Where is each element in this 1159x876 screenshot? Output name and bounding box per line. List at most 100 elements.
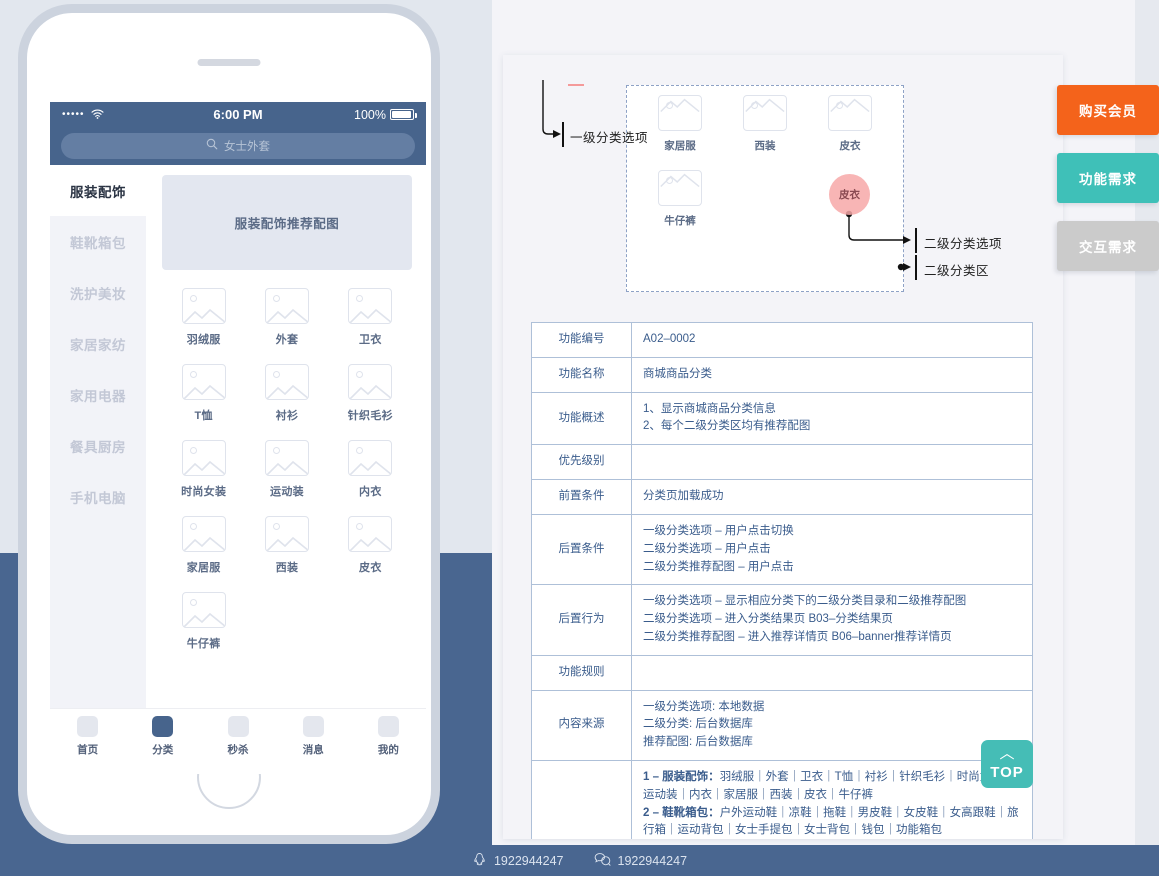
spec-row-line: 一级分类选项 – 显示相应分类下的二级分类目录和二级推荐配图 [643, 595, 967, 608]
annotation-diagram: 一级分类选项 二级分类选项 二级分类区 家居服 西装 皮衣 牛仔裤 皮衣 [503, 55, 1063, 313]
product-label: 羽绒服 [186, 334, 221, 346]
image-placeholder-icon [181, 440, 226, 476]
sidebar-item-5[interactable]: 餐具厨房 [50, 420, 146, 471]
spec-row-value: A02–0002 [631, 322, 1033, 358]
diagram-cell[interactable]: 西装 [733, 95, 797, 153]
product-label: 运动装 [270, 486, 304, 498]
spec-row-line: 二级分类选项 – 进入分类结果页 B03–分类结果页 [643, 613, 893, 626]
image-placeholder-icon [181, 592, 226, 628]
recommend-banner[interactable]: 服装配饰推荐配图 [162, 175, 412, 270]
product-cell[interactable]: 衬衫 [245, 364, 328, 423]
spec-row-line: 2、每个二级分类区均有推荐配图 [643, 420, 811, 433]
diagram-cell[interactable]: 牛仔裤 [648, 170, 712, 228]
tab-icon [302, 715, 324, 737]
product-cell[interactable]: 运动装 [245, 440, 328, 499]
spec-row: 后置行为 一级分类选项 – 显示相应分类下的二级分类目录和二级推荐配图 二级分类选项… [531, 584, 1033, 656]
sidebar-item-4[interactable]: 家用电器 [50, 369, 146, 420]
spec-row-line: 二级分类: 后台数据库 [643, 718, 753, 731]
product-cell[interactable]: 皮衣 [329, 516, 412, 575]
spec-row: 前置条件 分类页加载成功 [531, 479, 1033, 515]
chat-bubble-icon [594, 852, 611, 870]
spec-row-line: 1 – 服装配饰：羽绒服｜外套｜卫衣｜T恤｜衬衫｜针织毛衫｜时尚女装｜运动装｜内… [643, 771, 1015, 801]
spec-row-key: 功能名称 [531, 356, 632, 393]
side-button-2[interactable]: 交互需求 [1057, 221, 1159, 271]
spec-row-key: 功能编号 [531, 322, 632, 358]
qq-contact[interactable]: 1922944247 [472, 852, 564, 870]
product-cell[interactable]: 时尚女装 [162, 440, 245, 499]
sidebar-item-1[interactable]: 鞋靴箱包 [50, 216, 146, 267]
sidebar-item-0[interactable]: 服装配饰 [50, 165, 146, 216]
chat-contact[interactable]: 1922944247 [594, 852, 687, 870]
product-label: 西装 [275, 562, 299, 574]
footer-contacts: 1922944247 1922944247 [0, 845, 1159, 876]
tab-label: 首页 [77, 743, 99, 756]
tab-item-2[interactable]: 秒杀 [200, 715, 275, 757]
anno-tick-level2-area [915, 255, 917, 280]
category-page-body: 服装配饰 鞋靴箱包 洗护美妆 家居家纺家用电器餐具厨房 手机电脑 服装配饰推荐配图 羽绒… [50, 165, 426, 708]
image-placeholder-icon [181, 516, 226, 552]
sidebar-item-6[interactable]: 手机电脑 [50, 471, 146, 522]
image-placeholder-icon [658, 170, 702, 206]
product-label: 衬衫 [275, 410, 299, 422]
diagram-cell-label: 皮衣 [839, 140, 861, 152]
product-cell[interactable]: 针织毛衫 [329, 364, 412, 423]
side-button-1[interactable]: 功能需求 [1057, 153, 1159, 203]
spec-row-line: 二级分类推荐配图 – 用户点击 [643, 560, 794, 573]
tab-item-4[interactable]: 我的 [351, 715, 426, 757]
product-cell[interactable]: 内衣 [329, 440, 412, 499]
battery-percent-label: 100% [354, 107, 386, 122]
spec-row-key: 后置条件 [531, 513, 632, 586]
spec-row-line: 二级分类选项 – 用户点击 [643, 542, 771, 555]
tab-item-0[interactable]: 首页 [50, 715, 125, 757]
image-placeholder-icon [264, 288, 309, 324]
status-battery-group: 100% [354, 107, 417, 122]
tab-item-3[interactable]: 消息 [276, 715, 351, 757]
side-button-0[interactable]: 购买会员 [1057, 85, 1159, 135]
spec-row-value: 分类页加载成功 [631, 479, 1033, 515]
product-cell[interactable]: 外套 [245, 288, 328, 347]
product-cell[interactable]: 羽绒服 [162, 288, 245, 347]
sidebar-item-3[interactable]: 家居家纺 [50, 318, 146, 369]
tab-item-1[interactable]: 分类 [125, 715, 200, 757]
spec-row-value: 一级分类选项 – 用户点击切换 二级分类选项 – 用户点击二级分类推荐配图 – 用… [631, 513, 1033, 586]
spec-table-body: 功能编号 A02–0002 功能名称 商城商品分类 功能概述 1、显示商城商品分类信息 2、… [531, 322, 1033, 839]
spec-row-value: 商城商品分类 [631, 356, 1033, 393]
product-label: 外套 [275, 334, 299, 346]
sidebar-item-label: 家用电器 [70, 388, 126, 404]
spec-row-line: 商城商品分类 [643, 367, 712, 380]
spec-row-value: 一级分类选项 – 显示相应分类下的二级分类目录和二级推荐配图 二级分类选项 – 进… [631, 584, 1033, 656]
search-input[interactable]: 女士外套 [61, 133, 415, 159]
spec-row-line: 2 – 鞋靴箱包：户外运动鞋｜凉鞋｜拖鞋｜男皮鞋｜女皮鞋｜女高跟鞋｜旅行箱｜运动… [643, 806, 1019, 837]
spec-document-panel: 一级分类选项 二级分类选项 二级分类区 家居服 西装 皮衣 牛仔裤 皮衣 功能编… [503, 55, 1063, 839]
spec-row: 优先级别 [531, 444, 1033, 481]
battery-icon [390, 109, 417, 120]
anno-label-level1: 一级分类选项 [570, 131, 649, 145]
side-action-buttons: 购买会员功能需求交互需求 [1057, 85, 1159, 289]
product-label: 家居服 [186, 562, 221, 574]
spec-row-value [631, 654, 1033, 691]
diagram-cell-label: 家居服 [664, 140, 696, 152]
diagram-cell[interactable]: 皮衣 [818, 95, 882, 153]
diagram-cell[interactable]: 家居服 [648, 95, 712, 153]
product-cell[interactable]: 西装 [245, 516, 328, 575]
product-grid: 羽绒服 外套 卫衣 T恤 衬衫 针织毛衫时尚女装 运动装 内衣家居服 西装 皮衣牛仔裤 [162, 288, 412, 668]
scroll-to-top-label: TOP [990, 764, 1024, 781]
scroll-to-top-button[interactable]: ︿ TOP [981, 740, 1033, 788]
image-placeholder-icon [181, 288, 226, 324]
product-cell[interactable]: T恤 [162, 364, 245, 423]
product-cell[interactable]: 卫衣 [329, 288, 412, 347]
tab-label: 消息 [302, 743, 324, 756]
product-cell[interactable]: 牛仔裤 [162, 592, 245, 651]
image-placeholder-icon [743, 95, 787, 131]
spec-row: 功能编号 A02–0002 [531, 322, 1033, 358]
spec-row-line: 一级分类选项 – 用户点击切换 [643, 524, 794, 537]
product-label: 针织毛衫 [347, 410, 393, 422]
product-label: 内衣 [359, 486, 382, 498]
anno-label-level2-option: 二级分类选项 [924, 237, 1003, 251]
spec-row-line: A02–0002 [643, 333, 696, 345]
product-label: 时尚女装 [181, 486, 227, 498]
spec-row-line: 推荐配图: 后台数据库 [643, 736, 753, 749]
sidebar-item-2[interactable]: 洗护美妆 [50, 267, 146, 318]
spec-row-line: 分类页加载成功 [643, 490, 724, 503]
product-cell[interactable]: 家居服 [162, 516, 245, 575]
